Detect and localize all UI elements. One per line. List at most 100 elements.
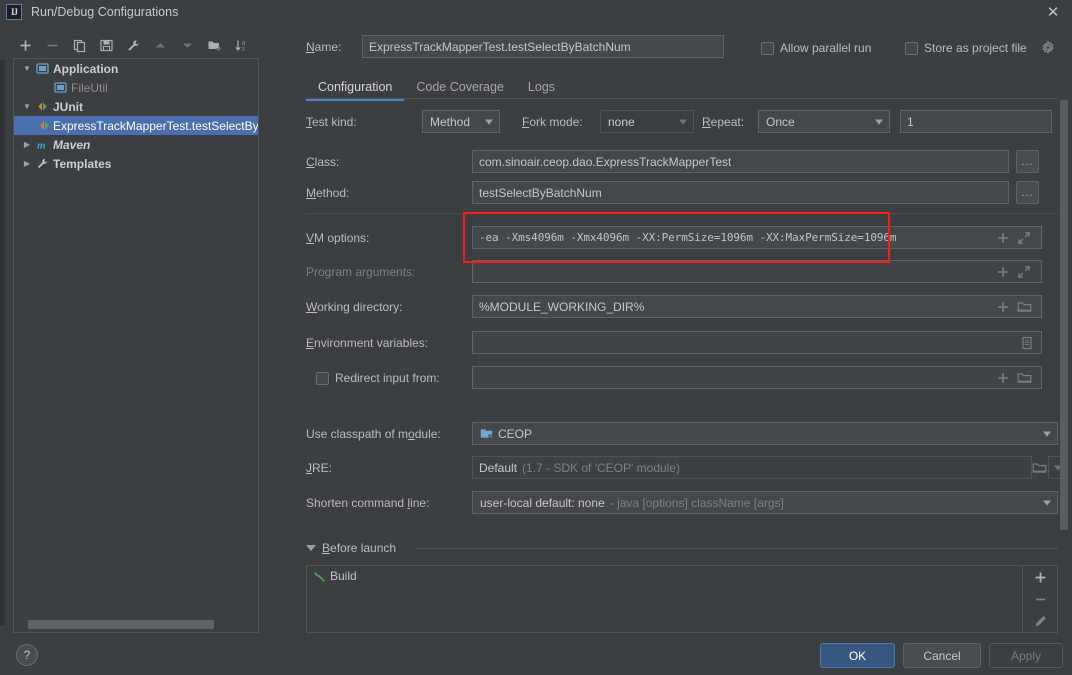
class-browse-button[interactable]: ... (1016, 150, 1039, 173)
redirect-input-label: Redirect input from: (335, 371, 440, 385)
checkbox-box[interactable] (905, 41, 918, 55)
checkbox-box[interactable] (761, 41, 774, 55)
chevron-down-icon[interactable]: ▼ (20, 59, 34, 78)
redirect-input-field[interactable] (472, 366, 1042, 389)
build-hammer-icon (313, 570, 330, 583)
help-button[interactable]: ? (16, 644, 38, 666)
before-launch-divider (416, 548, 1058, 549)
method-label: Method: (306, 186, 350, 200)
working-directory-actions (996, 295, 1032, 318)
svg-text:z: z (242, 46, 245, 52)
ellipsis-icon: ... (1021, 155, 1034, 168)
fork-mode-label: Fork mode: (522, 115, 583, 129)
store-as-project-file-checkbox[interactable]: Store as project file (905, 41, 1027, 55)
expand-editor-icon[interactable] (1017, 265, 1031, 279)
allow-parallel-run-checkbox[interactable]: Allow parallel run (761, 41, 871, 55)
chevron-right-icon[interactable]: ▶ (20, 135, 34, 154)
tab-logs[interactable]: Logs (516, 75, 567, 99)
chevron-down-icon (679, 119, 687, 124)
environment-variables-input[interactable] (472, 331, 1042, 354)
wrench-icon (34, 157, 51, 170)
shorten-command-line-dropdown[interactable]: user-local default: none - java [options… (472, 491, 1058, 514)
insert-macro-icon[interactable] (996, 265, 1010, 279)
edit-templates-button[interactable] (120, 34, 147, 56)
tree-horizontal-scrollbar[interactable] (28, 620, 258, 629)
chevron-down-icon[interactable]: ▼ (20, 97, 34, 116)
tab-configuration[interactable]: Configuration (306, 75, 405, 101)
tree-scrollbar-thumb[interactable] (28, 620, 214, 629)
fork-mode-dropdown[interactable]: none (600, 110, 694, 133)
repeat-count-input[interactable]: 1 (900, 110, 1052, 133)
tree-item-label: ExpressTrackMapperTest.testSelectByBatch… (53, 118, 259, 133)
before-launch-add-button[interactable] (1023, 566, 1058, 588)
cancel-button[interactable]: Cancel (903, 643, 981, 668)
insert-macro-icon[interactable] (996, 371, 1010, 385)
before-launch-edit-button[interactable] (1023, 610, 1058, 632)
remove-configuration-button[interactable] (39, 34, 66, 56)
configuration-tabs: Configuration Code Coverage Logs (306, 73, 1058, 101)
apply-button[interactable]: Apply (989, 643, 1063, 668)
repeat-label: Repeat: (702, 115, 745, 129)
before-launch-panel[interactable]: Build (306, 565, 1058, 634)
program-arguments-input[interactable] (472, 260, 1042, 283)
environment-variables-label: Environment variables: (306, 336, 429, 350)
browse-folder-icon[interactable] (1032, 461, 1047, 475)
content-scrollbar-thumb[interactable] (1060, 100, 1068, 530)
save-configuration-button[interactable] (93, 34, 120, 56)
method-browse-button[interactable]: ... (1016, 181, 1039, 204)
use-classpath-dropdown[interactable]: CEOP (472, 422, 1058, 445)
tab-code-coverage[interactable]: Code Coverage (404, 75, 516, 99)
move-down-button[interactable] (174, 34, 201, 56)
tree-item-label: FileUtil (71, 80, 108, 95)
redirect-input-checkbox[interactable]: Redirect input from: (316, 371, 440, 385)
tree-item-2[interactable]: ▼ JUnit (14, 97, 258, 116)
tree-item-0[interactable]: ▼ Application (14, 59, 258, 78)
junit-icon (38, 119, 51, 132)
configurations-toolbar: a z (12, 33, 257, 57)
move-up-button[interactable] (147, 34, 174, 56)
vm-options-input[interactable]: -ea -Xms4096m -Xmx4096m -XX:PermSize=109… (472, 226, 1042, 249)
test-kind-dropdown[interactable]: Method (422, 110, 500, 133)
repeat-dropdown[interactable]: Once (758, 110, 890, 133)
ok-button[interactable]: OK (820, 643, 895, 668)
tree-item-5[interactable]: ▶ Templates (14, 154, 258, 173)
jre-field[interactable]: Default (1.7 - SDK of 'CEOP' module) (472, 456, 1032, 479)
tabs-separator (306, 98, 1058, 99)
chevron-right-icon[interactable]: ▶ (20, 154, 34, 173)
checkbox-box[interactable] (316, 371, 329, 385)
method-input[interactable]: testSelectByBatchNum (472, 181, 1009, 204)
browse-folder-icon[interactable] (1017, 371, 1032, 385)
vm-options-actions (996, 226, 1031, 249)
tree-item-1[interactable]: FileUtil (14, 78, 258, 97)
chevron-down-icon (485, 119, 493, 124)
store-as-project-file-label: Store as project file (924, 41, 1027, 55)
new-folder-button[interactable] (201, 34, 228, 56)
tree-item-label: Maven (53, 137, 91, 152)
edit-list-icon[interactable] (1020, 336, 1034, 350)
class-input[interactable]: com.sinoair.ceop.dao.ExpressTrackMapperT… (472, 150, 1009, 173)
gear-icon[interactable] (1041, 40, 1055, 55)
allow-parallel-run-label: Allow parallel run (780, 41, 872, 55)
close-icon[interactable]: ✕ (1044, 3, 1062, 21)
name-input[interactable]: ExpressTrackMapperTest.testSelectByBatch… (362, 35, 724, 58)
insert-macro-icon[interactable] (996, 300, 1010, 314)
expand-editor-icon[interactable] (1017, 231, 1031, 245)
test-kind-value: Method (430, 114, 471, 129)
add-configuration-button[interactable] (12, 34, 39, 56)
working-directory-input[interactable]: %MODULE_WORKING_DIR% (472, 295, 1042, 318)
use-classpath-value: CEOP (498, 426, 533, 441)
run-debug-configurations-dialog: IJ Run/Debug Configurations ✕ a z ▼ Appl… (0, 0, 1072, 675)
content-vertical-scrollbar[interactable] (1060, 100, 1068, 530)
before-launch-header[interactable]: Before launch (306, 541, 396, 555)
before-launch-remove-button[interactable] (1023, 588, 1058, 610)
browse-folder-icon[interactable] (1017, 300, 1032, 314)
configurations-tree[interactable]: ▼ Application FileUtil ▼ JUnit ExpressTrackMa… (13, 58, 259, 633)
insert-macro-icon[interactable] (996, 231, 1010, 245)
shorten-command-line-hint: - java [options] className [args] (609, 495, 784, 510)
before-launch-item-build[interactable]: Build (307, 566, 1057, 586)
sort-alphabetically-button[interactable]: a z (228, 34, 255, 56)
tree-item-4[interactable]: ▶ m Maven (14, 135, 258, 154)
copy-configuration-button[interactable] (66, 34, 93, 56)
working-directory-label: Working directory: (306, 300, 403, 314)
tree-item-3[interactable]: ExpressTrackMapperTest.testSelectByBatch… (14, 116, 258, 135)
